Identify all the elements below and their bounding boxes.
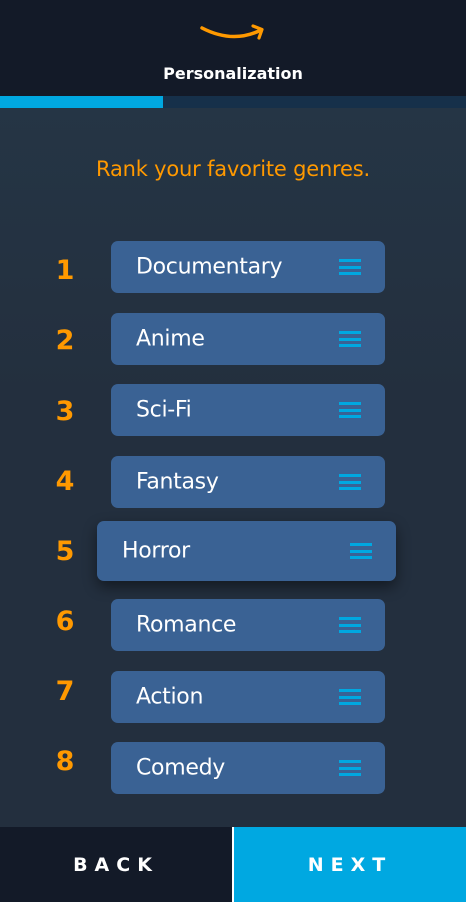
drag-handle-icon[interactable] <box>339 689 361 705</box>
genre-chip-comedy[interactable]: Comedy <box>111 742 385 794</box>
genre-chip-sci-fi[interactable]: Sci-Fi <box>111 384 385 436</box>
genre-label: Anime <box>136 326 205 352</box>
drag-handle-icon[interactable] <box>350 543 372 559</box>
header: Personalization <box>0 0 466 96</box>
page-title: Personalization <box>163 64 303 83</box>
amazon-smile-icon <box>200 24 264 40</box>
genre-label: Documentary <box>136 254 283 280</box>
genre-chip-fantasy[interactable]: Fantasy <box>111 456 385 508</box>
rank-number: 3 <box>55 396 75 427</box>
rank-number: 4 <box>55 466 75 497</box>
genre-chip-anime[interactable]: Anime <box>111 313 385 365</box>
back-button[interactable]: BACK <box>0 827 232 902</box>
drag-handle-icon[interactable] <box>339 259 361 275</box>
progress-bar <box>0 96 466 108</box>
genre-label: Action <box>136 684 204 710</box>
genre-chip-action[interactable]: Action <box>111 671 385 723</box>
rank-number: 5 <box>55 536 75 567</box>
rank-number: 6 <box>55 606 75 637</box>
drag-handle-icon[interactable] <box>339 760 361 776</box>
genre-label: Sci-Fi <box>136 397 192 423</box>
genre-label: Horror <box>122 538 190 564</box>
drag-handle-icon[interactable] <box>339 402 361 418</box>
rank-number: 1 <box>55 255 75 286</box>
footer-nav: BACK NEXT <box>0 827 466 902</box>
progress-fill <box>0 96 164 108</box>
genre-chip-romance[interactable]: Romance <box>111 599 385 651</box>
genre-label: Comedy <box>136 755 225 781</box>
rank-number: 2 <box>55 325 75 356</box>
genre-label: Fantasy <box>136 469 219 495</box>
rank-number: 7 <box>55 676 75 707</box>
genre-chip-horror[interactable]: Horror <box>97 521 396 581</box>
drag-handle-icon[interactable] <box>339 617 361 633</box>
genre-chip-documentary[interactable]: Documentary <box>111 241 385 293</box>
genre-label: Romance <box>136 612 237 638</box>
next-button[interactable]: NEXT <box>234 827 466 902</box>
drag-handle-icon[interactable] <box>339 331 361 347</box>
drag-handle-icon[interactable] <box>339 474 361 490</box>
prompt-text: Rank your favorite genres. <box>96 157 370 181</box>
rank-number: 8 <box>55 746 75 777</box>
